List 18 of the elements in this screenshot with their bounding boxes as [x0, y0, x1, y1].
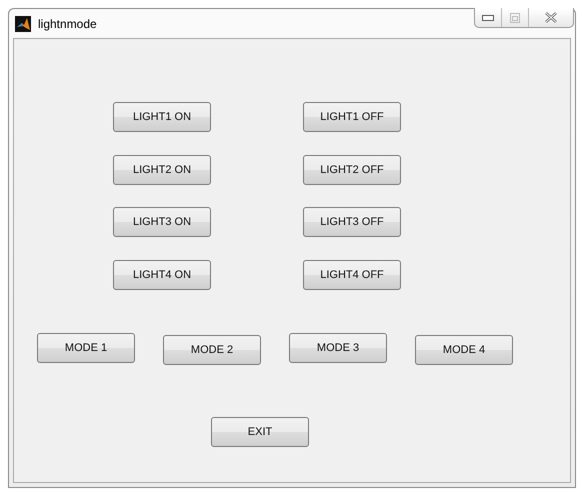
light-button[interactable]: LIGHT1 OFF	[303, 102, 401, 132]
exit-button[interactable]: EXIT	[211, 416, 309, 446]
close-icon	[544, 12, 558, 23]
mode-button[interactable]: MODE 1	[37, 332, 135, 362]
light-button[interactable]: LIGHT2 OFF	[303, 154, 401, 184]
light-button[interactable]: LIGHT2 ON	[113, 154, 211, 184]
mode-button[interactable]: MODE 2	[163, 334, 261, 364]
light-button[interactable]: LIGHT1 ON	[113, 102, 211, 132]
light-button[interactable]: LIGHT4 OFF	[303, 260, 401, 290]
app-logo-icon	[15, 16, 31, 32]
window-title: lightnmode	[38, 16, 97, 30]
mode-button[interactable]: MODE 3	[289, 332, 387, 362]
light-button[interactable]: LIGHT4 ON	[113, 260, 211, 290]
minimize-icon	[482, 14, 494, 20]
light-button[interactable]: LIGHT3 ON	[113, 207, 211, 237]
maximize-icon	[510, 12, 520, 22]
light-button[interactable]: LIGHT3 OFF	[303, 207, 401, 237]
mode-button[interactable]: MODE 4	[415, 334, 513, 364]
